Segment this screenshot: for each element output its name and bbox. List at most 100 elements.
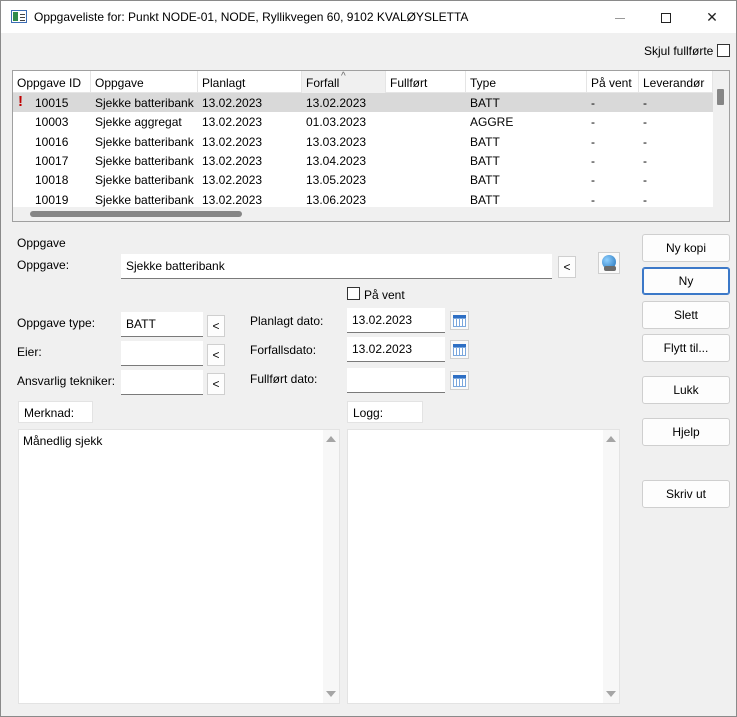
table-row[interactable]: 10017 Sjekke batteribank 13.02.2023 13.04.2…: [13, 151, 713, 170]
cell-supplier: -: [643, 134, 647, 149]
task-type-field[interactable]: BATT: [121, 312, 203, 337]
new-copy-button[interactable]: Ny kopi: [642, 234, 730, 262]
minimize-button[interactable]: [597, 1, 643, 33]
log-scrollbar[interactable]: [603, 430, 619, 703]
new-button[interactable]: Ny: [642, 267, 730, 295]
minimize-icon: [615, 17, 625, 19]
planned-date-field[interactable]: 13.02.2023: [347, 308, 445, 333]
column-header-task[interactable]: Oppgave: [91, 71, 198, 93]
grid-header: Oppgave ID Oppgave Planlagt Forfall Full…: [13, 71, 713, 93]
owner-label: Eier:: [17, 345, 42, 359]
task-grid[interactable]: Oppgave ID Oppgave Planlagt Forfall Full…: [12, 70, 730, 222]
grid-horizontal-scrollbar[interactable]: [13, 207, 713, 221]
close-icon: ✕: [706, 9, 718, 25]
column-header-type[interactable]: Type: [466, 71, 587, 93]
grid-horizontal-scroll-thumb[interactable]: [30, 211, 242, 217]
scroll-down-icon[interactable]: [606, 691, 616, 697]
cell-task: Sjekke batteribank: [95, 96, 194, 110]
cell-due: 13.03.2023: [306, 134, 367, 149]
column-header-supplier[interactable]: Leverandør: [639, 71, 713, 93]
note-scrollbar[interactable]: [323, 430, 339, 703]
title-bar[interactable]: Oppgaveliste for: Punkt NODE-01, NODE, R…: [1, 1, 736, 33]
scroll-up-icon[interactable]: [606, 436, 616, 442]
table-row[interactable]: 10018 Sjekke batteribank 13.02.2023 13.05.2…: [13, 170, 713, 189]
task-picker-button[interactable]: <: [558, 256, 576, 278]
planned-date-label: Planlagt dato:: [250, 314, 324, 328]
app-icon: [11, 10, 27, 23]
cell-planned: 13.02.2023: [202, 173, 263, 188]
on-hold-checkbox[interactable]: [347, 287, 360, 300]
column-header-completed[interactable]: Fullført: [386, 71, 466, 93]
cell-type: BATT: [470, 192, 500, 207]
scroll-down-icon[interactable]: [326, 691, 336, 697]
cell-id: 10018: [35, 173, 69, 188]
task-type-picker-button[interactable]: <: [207, 315, 225, 337]
cell-on-hold: -: [591, 96, 595, 110]
grid-vertical-scrollbar[interactable]: [713, 71, 729, 221]
on-hold-label: På vent: [364, 288, 405, 302]
cell-planned: 13.02.2023: [202, 96, 263, 110]
overdue-warning-icon: !: [18, 93, 23, 110]
cell-type: BATT: [470, 134, 500, 149]
cell-supplier: -: [643, 153, 647, 168]
move-to-button[interactable]: Flytt til...: [642, 334, 730, 362]
log-label: Logg:: [347, 401, 423, 423]
cell-on-hold: -: [591, 134, 595, 149]
completed-date-calendar-icon[interactable]: [450, 371, 469, 390]
column-header-planned[interactable]: Planlagt: [198, 71, 302, 93]
grid-vertical-scroll-thumb[interactable]: [717, 89, 724, 105]
hide-completed-label: Skjul fullførte: [644, 44, 714, 58]
sort-ascending-icon: ^: [341, 71, 346, 82]
cell-task: Sjekke batteribank: [95, 173, 194, 188]
completed-date-label: Fullført dato:: [250, 372, 318, 386]
note-textarea[interactable]: Månedlig sjekk: [18, 429, 340, 704]
cell-planned: 13.02.2023: [202, 192, 263, 207]
scroll-up-icon[interactable]: [326, 436, 336, 442]
cell-on-hold: -: [591, 153, 595, 168]
maximize-icon: [661, 13, 671, 24]
help-button[interactable]: Hjelp: [642, 418, 730, 446]
task-list-window: Oppgaveliste for: Punkt NODE-01, NODE, R…: [0, 0, 737, 717]
column-header-on-hold[interactable]: På vent: [587, 71, 639, 93]
cell-due: 13.06.2023: [306, 192, 367, 207]
maximize-button[interactable]: [643, 1, 689, 33]
table-row[interactable]: 10003 Sjekke aggregat 13.02.2023 01.03.2023…: [13, 112, 713, 131]
planned-date-calendar-icon[interactable]: [450, 311, 469, 330]
cell-supplier: -: [643, 115, 647, 130]
close-window-button[interactable]: ✕: [689, 1, 735, 33]
print-button[interactable]: Skriv ut: [642, 480, 730, 508]
log-textarea[interactable]: [347, 429, 620, 704]
task-type-label: Oppgave type:: [17, 316, 96, 330]
table-row[interactable]: 10019 Sjekke batteribank 13.02.2023 13.06.2…: [13, 190, 713, 209]
cell-task: Sjekke batteribank: [95, 153, 194, 168]
note-text: Månedlig sjekk: [23, 434, 103, 448]
cell-planned: 13.02.2023: [202, 115, 263, 130]
cell-task: Sjekke batteribank: [95, 134, 194, 149]
due-date-field[interactable]: 13.02.2023: [347, 337, 445, 362]
table-row[interactable]: ! 10015 Sjekke batteribank 13.02.2023 13.02.…: [13, 93, 713, 112]
owner-picker-button[interactable]: <: [207, 344, 225, 366]
cell-due: 13.02.2023: [306, 96, 367, 110]
cell-type: AGGRE: [470, 115, 514, 130]
globe-icon[interactable]: [598, 252, 620, 274]
completed-date-field[interactable]: [347, 368, 445, 393]
hide-completed-checkbox[interactable]: [717, 44, 730, 57]
cell-id: 10019: [35, 192, 69, 207]
task-group-label: Oppgave: [17, 236, 66, 250]
delete-button[interactable]: Slett: [642, 301, 730, 329]
technician-picker-button[interactable]: <: [207, 373, 225, 395]
task-field[interactable]: Sjekke batteribank: [121, 254, 552, 279]
task-label: Oppgave:: [17, 258, 70, 272]
note-label: Merknad:: [18, 401, 93, 423]
cell-type: BATT: [470, 96, 500, 110]
table-row[interactable]: 10016 Sjekke batteribank 13.02.2023 13.03.2…: [13, 132, 713, 151]
cell-on-hold: -: [591, 192, 595, 207]
cell-due: 01.03.2023: [306, 115, 367, 130]
owner-field[interactable]: [121, 341, 203, 366]
cell-task: Sjekke aggregat: [95, 115, 182, 130]
due-date-calendar-icon[interactable]: [450, 340, 469, 359]
close-button[interactable]: Lukk: [642, 376, 730, 404]
column-header-id[interactable]: Oppgave ID: [13, 71, 91, 93]
cell-type: BATT: [470, 153, 500, 168]
technician-field[interactable]: [121, 370, 203, 395]
